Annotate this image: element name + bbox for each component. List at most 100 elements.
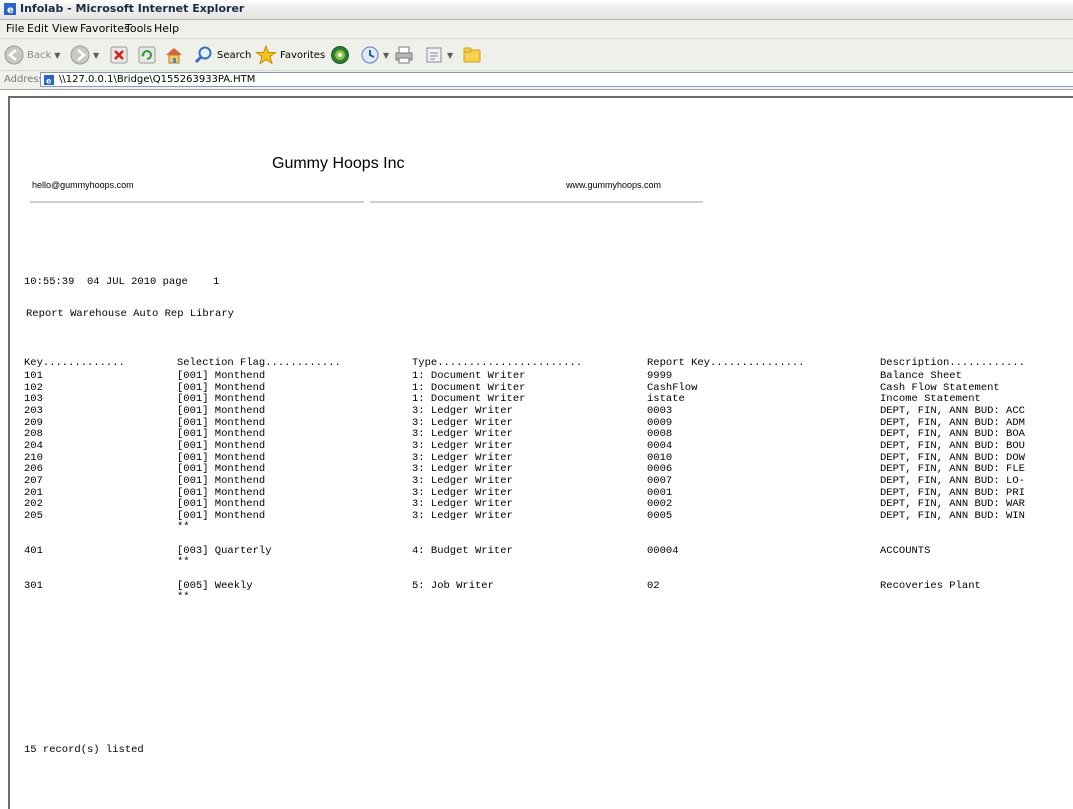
table-row: 301 [005] Weekly 5: Job Writer 02 Recoveries… [10,580,1073,592]
history-icon [361,46,379,64]
table-row: 102 [001] Monthend 1: Document Writer CashF… [10,382,1073,394]
cell-report-key: CashFlow [647,381,698,394]
address-bar: Address e \\127.0.0.1\Bridge\Q155263933P… [0,71,1073,90]
menu-tools[interactable]: Tools [125,22,152,35]
cell-type: 3: Ledger Writer [412,463,513,476]
report-timestamp: 10:55:39 04 JUL 2010 page 1 [24,276,220,288]
page-icon: e [44,75,54,85]
menu-view[interactable]: View [52,22,78,35]
favorites-star-icon [255,45,277,65]
back-button[interactable]: Back ▼ [4,43,60,67]
cell-report-key: 0008 [647,428,673,441]
table-row [10,533,1073,545]
cell-description: DEPT, FIN, ANN BUD: DOW [880,451,1025,464]
cell-description: DEPT, FIN, ANN BUD: FLE [880,463,1025,476]
table-row: 204 [001] Monthend 3: Ledger Writer 0004 DEP… [10,440,1073,452]
address-input[interactable]: e \\127.0.0.1\Bridge\Q155263933PA.HTM [40,72,1073,87]
window-title: Infolab - Microsoft Internet Explorer [20,2,245,15]
cell-report-key: 0005 [647,509,673,522]
menu-edit[interactable]: Edit [27,22,48,35]
report-title: Report Warehouse Auto Rep Library [26,308,234,320]
cell-report-key: 0004 [647,439,673,452]
table-row: 205 [001] Monthend 3: Ledger Writer 0005 DEP… [10,510,1073,522]
cell-selection-flag: [005] Weekly [177,579,253,592]
company-email: hello@gummyhoops.com [32,180,134,190]
table-row: 202 [001] Monthend 3: Ledger Writer 0002 DEP… [10,498,1073,510]
cell-description: DEPT, FIN, ANN BUD: ACC [880,404,1025,417]
edit-button[interactable]: ▼ [424,43,453,67]
menu-help[interactable]: Help [154,22,179,35]
svg-text:e: e [7,5,14,15]
cell-description: Balance Sheet [880,370,962,382]
table-row: 206 [001] Monthend 3: Ledger Writer 0006 DEP… [10,463,1073,475]
menu-favorites[interactable]: Favorites [80,22,130,35]
table-row: 210 [001] Monthend 3: Ledger Writer 0010 DEP… [10,452,1073,464]
table-row: 207 [001] Monthend 3: Ledger Writer 0007 DEP… [10,475,1073,487]
cell-selection-flag: ** [177,556,190,569]
address-label: Address [4,74,44,85]
discuss-button[interactable] [462,43,482,67]
history-dropdown-icon[interactable]: ▼ [383,51,389,60]
browser-window: e Infolab - Microsoft Internet Explorer … [0,0,1073,809]
cell-key: 101 [24,370,43,382]
address-url: \\127.0.0.1\Bridge\Q155263933PA.HTM [59,74,256,85]
cell-description: Cash Flow Statement [880,381,1000,394]
forward-dropdown-icon[interactable]: ▼ [93,51,99,60]
cell-description: DEPT, FIN, ANN BUD: ADM [880,416,1025,429]
cell-type: 3: Ledger Writer [412,474,513,487]
page-content: Gummy Hoops Inc hello@gummyhoops.com www… [8,96,1073,809]
forward-button[interactable]: ▼ [70,43,99,67]
cell-report-key: istate [647,393,685,406]
cell-key: 206 [24,463,43,476]
cell-key: 208 [24,428,43,441]
cell-key: 202 [24,498,43,511]
record-count: 15 record(s) listed [24,744,144,756]
cell-selection-flag: [001] Monthend [177,404,266,417]
favorites-button[interactable]: Favorites [255,43,325,67]
cell-key: 401 [24,544,43,557]
cell-selection-flag: [001] Monthend [177,509,266,522]
back-dropdown-icon[interactable]: ▼ [54,51,60,60]
svg-text:e: e [46,77,52,86]
company-website: www.gummyhoops.com [566,180,662,190]
media-button[interactable] [330,43,350,67]
cell-description: DEPT, FIN, ANN BUD: WIN [880,509,1025,522]
cell-report-key: 0010 [647,451,673,464]
cell-report-key: 00004 [647,544,679,557]
history-button[interactable]: ▼ [360,43,389,67]
cell-key: 201 [24,486,43,499]
back-label: Back [27,49,52,61]
internet-explorer-icon: e [4,3,16,15]
edit-dropdown-icon[interactable]: ▼ [447,51,453,60]
cell-selection-flag: [001] Monthend [177,428,266,441]
search-button[interactable]: Search [194,43,251,67]
cell-selection-flag: [001] Monthend [177,439,266,452]
cell-type: 3: Ledger Writer [412,404,513,417]
cell-description: DEPT, FIN, ANN BUD: BOU [880,439,1025,452]
table-row: 401 [003] Quarterly 4: Budget Writer 00004 A… [10,545,1073,557]
stop-icon [110,46,128,64]
col-header-key: Key............. [24,357,125,369]
table-row: ** [10,521,1073,533]
cell-selection-flag: [001] Monthend [177,381,266,394]
table-row: 203 [001] Monthend 3: Ledger Writer 0003 DEP… [10,405,1073,417]
cell-description: DEPT, FIN, ANN BUD: WAR [880,498,1025,511]
company-name: Gummy Hoops Inc [272,155,405,172]
stop-button[interactable] [110,43,128,67]
cell-report-key: 9999 [647,370,673,382]
home-button[interactable] [164,43,184,67]
toolbar: Back ▼ ▼ Search Favorites ▼ ▼ [0,39,1073,71]
search-label: Search [217,49,252,61]
refresh-button[interactable] [138,43,156,67]
cell-description: Income Statement [880,393,981,406]
print-button[interactable] [394,43,414,67]
cell-key: 301 [24,579,43,592]
cell-key: 102 [24,381,43,394]
table-row: ** [10,556,1073,568]
cell-selection-flag: [001] Monthend [177,486,266,499]
menu-file[interactable]: File [6,22,24,35]
table-row: 103 [001] Monthend 1: Document Writer istat… [10,393,1073,405]
col-header-description: Description............ [880,357,1025,369]
edit-page-icon [426,47,442,63]
cell-key: 209 [24,416,43,429]
